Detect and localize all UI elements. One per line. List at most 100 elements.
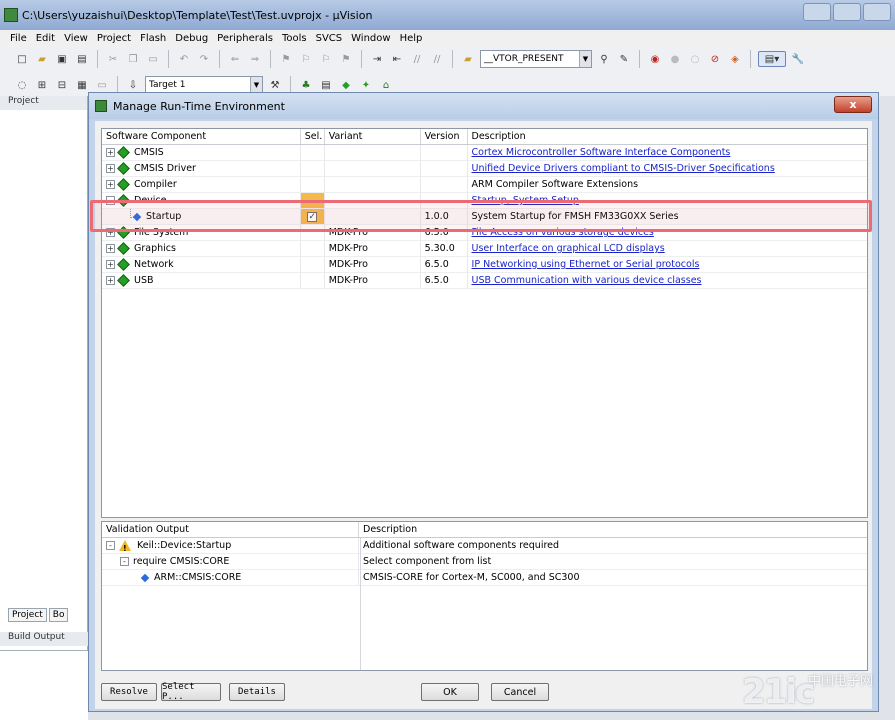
find-icon[interactable]: ⚲: [596, 51, 612, 67]
table-row[interactable]: - Device Startup, System Setup: [102, 193, 867, 209]
window-close-button[interactable]: [863, 3, 891, 21]
col-version[interactable]: Version: [421, 129, 468, 144]
start-debug-icon[interactable]: ◉: [647, 51, 663, 67]
find-in-files-icon[interactable]: ▰: [460, 51, 476, 67]
variant-cell[interactable]: MDK-Pro: [325, 241, 421, 256]
download-icon[interactable]: ⇩: [125, 77, 141, 93]
select-packs-icon[interactable]: ✦: [358, 77, 374, 93]
save-all-icon[interactable]: ▤: [74, 51, 90, 67]
redo-icon[interactable]: ↷: [196, 51, 212, 67]
validation-row[interactable]: ARM::CMSIS:CORE CMSIS-CORE for Cortex-M,…: [102, 570, 867, 586]
nav-back-icon[interactable]: ⇐: [227, 51, 243, 67]
table-row[interactable]: + Network MDK-Pro 6.5.0 IP Networking usi…: [102, 257, 867, 273]
collapse-icon[interactable]: -: [106, 541, 115, 550]
chevron-down-icon[interactable]: ▼: [250, 77, 262, 93]
indent-icon[interactable]: ⇥: [369, 51, 385, 67]
target-options-icon[interactable]: ⚒: [267, 77, 283, 93]
expand-icon[interactable]: +: [106, 164, 115, 173]
description-link[interactable]: User Interface on graphical LCD displays: [472, 243, 665, 254]
col-sel[interactable]: Sel.: [301, 129, 325, 144]
select-packs-button[interactable]: Select P...: [161, 682, 221, 702]
col-validation-description[interactable]: Description: [359, 522, 867, 537]
file-extensions-icon[interactable]: ▤: [318, 77, 334, 93]
define-combo[interactable]: __VTOR_PRESENT ▼: [480, 50, 592, 68]
expand-icon[interactable]: +: [106, 228, 115, 237]
batch-build-icon[interactable]: ▦: [74, 77, 90, 93]
menu-svcs[interactable]: SVCS: [316, 33, 343, 44]
pack-installer-icon[interactable]: ⌂: [378, 77, 394, 93]
expand-icon[interactable]: +: [106, 180, 115, 189]
table-row[interactable]: + CMSIS Driver Unified Device Drivers com…: [102, 161, 867, 177]
menu-view[interactable]: View: [64, 33, 88, 44]
expand-icon[interactable]: +: [106, 260, 115, 269]
tab-books[interactable]: Bo: [48, 608, 69, 622]
startup-checkbox[interactable]: ✓: [307, 211, 318, 222]
window-layout-icon[interactable]: ▤▾: [758, 51, 786, 67]
minimize-button[interactable]: [803, 3, 831, 21]
cut-icon[interactable]: ✂: [105, 51, 121, 67]
description-link[interactable]: Cortex Microcontroller Software Interfac…: [472, 147, 731, 158]
kill-breakpoints-icon[interactable]: ⊘: [707, 51, 723, 67]
sel-cell[interactable]: [301, 273, 325, 288]
disable-breakpoint-icon[interactable]: ○: [687, 51, 703, 67]
table-row[interactable]: + USB MDK-Pro 6.5.0 USB Communication wit…: [102, 273, 867, 289]
col-validation-output[interactable]: Validation Output: [102, 522, 359, 537]
maximize-button[interactable]: [833, 3, 861, 21]
menu-debug[interactable]: Debug: [175, 33, 208, 44]
cancel-button[interactable]: Cancel: [491, 683, 549, 701]
tab-project[interactable]: Project: [8, 608, 47, 622]
undo-icon[interactable]: ↶: [176, 51, 192, 67]
manage-project-items-icon[interactable]: ♣: [298, 77, 314, 93]
build-output-pane[interactable]: [0, 650, 88, 720]
variant-cell[interactable]: MDK-Pro: [325, 273, 421, 288]
validation-row[interactable]: - require CMSIS:CORE Select component fro…: [102, 554, 867, 570]
description-link[interactable]: USB Communication with various device cl…: [472, 275, 702, 286]
prev-bookmark-icon[interactable]: ⚐: [298, 51, 314, 67]
sel-cell[interactable]: [301, 241, 325, 256]
validation-row[interactable]: - Keil::Device:Startup Additional softwar…: [102, 538, 867, 554]
table-row[interactable]: + Compiler ARM Compiler Software Extensio…: [102, 177, 867, 193]
translate-icon[interactable]: ◌: [14, 77, 30, 93]
menu-peripherals[interactable]: Peripherals: [217, 33, 273, 44]
collapse-icon[interactable]: -: [106, 196, 115, 205]
nav-forward-icon[interactable]: ⇒: [247, 51, 263, 67]
table-row-startup[interactable]: Startup ✓ 1.0.0 System Startup for FMSH …: [102, 209, 867, 225]
chevron-down-icon[interactable]: ▼: [579, 51, 591, 67]
incremental-find-icon[interactable]: ✎: [616, 51, 632, 67]
build-icon[interactable]: ⊞: [34, 77, 50, 93]
menu-flash[interactable]: Flash: [140, 33, 166, 44]
resolve-button[interactable]: Resolve: [101, 683, 157, 701]
menu-project[interactable]: Project: [97, 33, 131, 44]
dialog-close-button[interactable]: x: [834, 96, 872, 113]
details-button[interactable]: Details: [229, 683, 285, 701]
manage-rte-icon[interactable]: ◆: [338, 77, 354, 93]
description-link[interactable]: File Access on various storage devices: [472, 227, 654, 238]
disable-all-breakpoints-icon[interactable]: ◈: [727, 51, 743, 67]
breakpoint-icon[interactable]: ●: [667, 51, 683, 67]
menu-tools[interactable]: Tools: [282, 33, 307, 44]
expand-icon[interactable]: +: [106, 244, 115, 253]
sel-cell[interactable]: [301, 225, 325, 240]
ok-button[interactable]: OK: [421, 683, 479, 701]
sel-cell[interactable]: [300, 193, 325, 208]
rebuild-icon[interactable]: ⊟: [54, 77, 70, 93]
menu-help[interactable]: Help: [400, 33, 423, 44]
sel-cell[interactable]: [301, 257, 325, 272]
col-variant[interactable]: Variant: [325, 129, 421, 144]
new-file-icon[interactable]: □: [14, 51, 30, 67]
menu-edit[interactable]: Edit: [36, 33, 55, 44]
menu-file[interactable]: File: [10, 33, 27, 44]
save-icon[interactable]: ▣: [54, 51, 70, 67]
next-bookmark-icon[interactable]: ⚐: [318, 51, 334, 67]
col-description[interactable]: Description: [468, 129, 867, 144]
variant-cell[interactable]: MDK-Pro: [325, 225, 421, 240]
collapse-icon[interactable]: -: [120, 557, 129, 566]
unindent-icon[interactable]: ⇤: [389, 51, 405, 67]
table-row[interactable]: + CMSIS Cortex Microcontroller Software I…: [102, 145, 867, 161]
variant-cell[interactable]: MDK-Pro: [325, 257, 421, 272]
bookmark-icon[interactable]: ⚑: [278, 51, 294, 67]
expand-icon[interactable]: +: [106, 276, 115, 285]
open-folder-icon[interactable]: ▰: [34, 51, 50, 67]
stop-build-icon[interactable]: ▭: [94, 77, 110, 93]
expand-icon[interactable]: +: [106, 148, 115, 157]
